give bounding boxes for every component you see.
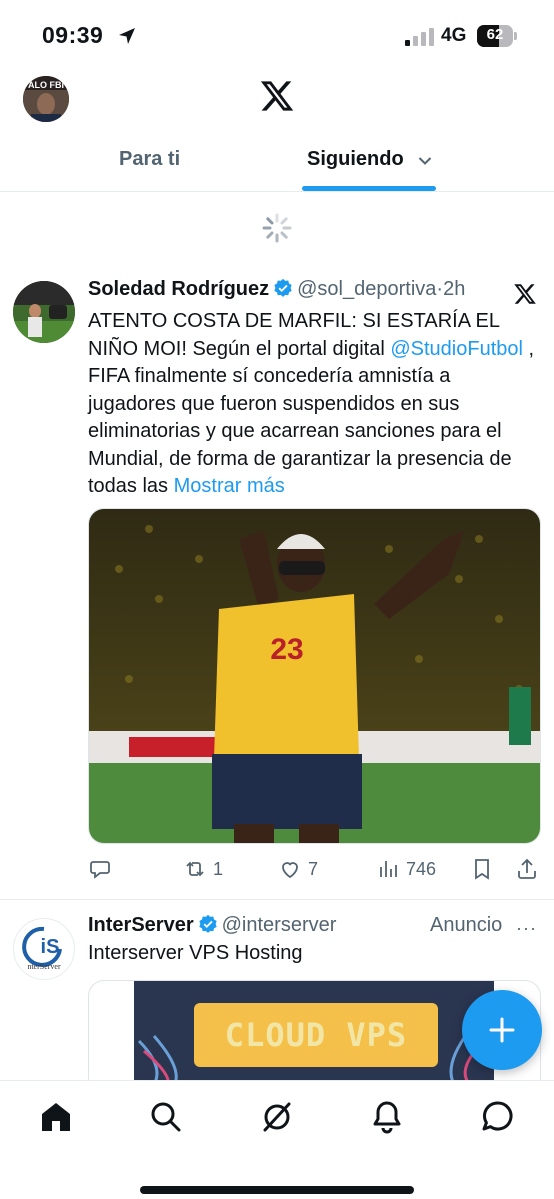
signal-icon [405,28,434,46]
ad-text: Interserver VPS Hosting [88,942,303,964]
ad-label: Anuncio [430,914,503,936]
reply-icon [90,861,110,879]
share-button[interactable] [515,855,539,883]
tweet[interactable]: Soledad Rodríguez @sol_deportiva·2h ATENT… [0,270,554,900]
bookmark-button[interactable] [470,855,494,883]
bookmark-icon [475,859,489,880]
messages-icon[interactable] [480,1099,516,1135]
ad-author-handle[interactable]: @interserver [222,914,337,936]
timeline-tabs: Para ti Siguiendo [0,128,554,192]
retweet-count: 1 [213,858,224,879]
reply-button[interactable] [88,855,112,883]
notifications-icon[interactable] [369,1099,405,1135]
grok-icon[interactable] [259,1099,295,1135]
tweet-header: Soledad Rodríguez @sol_deportiva·2h [88,278,508,301]
jersey-number: 23 [270,633,303,666]
heart-icon [282,862,298,879]
ad-author-avatar[interactable]: iS nterServer [13,918,75,980]
home-indicator [140,1186,414,1194]
views-chart-icon [380,861,397,877]
battery-icon: 62 [477,25,517,47]
show-more-link[interactable]: Mostrar más [174,475,285,497]
x-logo-icon[interactable] [259,78,295,114]
verified-badge-icon [198,914,217,933]
tab-for-you[interactable]: Para ti [119,148,180,171]
tweet-actions: 1 7 746 [88,855,540,885]
tab-following[interactable]: Siguiendo [307,148,404,171]
loading-spinner-icon [262,213,292,243]
location-arrow-icon [119,28,135,44]
tweet-author-handle[interactable]: @sol_deportiva [297,278,436,300]
view-count: 746 [406,858,437,879]
views-button[interactable]: 746 [376,855,436,883]
tweet-text-part-2: , FIFA finalmente sí concedería amnistía… [88,337,535,498]
active-tab-indicator [302,186,436,191]
retweet-icon [186,861,204,877]
x-logo-icon [514,284,536,304]
cloud-vps-banner: CLOUD VPS [194,1003,438,1067]
svg-text:iS: iS [41,936,60,958]
more-options-icon[interactable]: ··· [516,918,537,939]
network-type: 4G [441,25,467,46]
ad-author-name[interactable]: InterServer [88,914,194,936]
compose-post-button[interactable] [462,990,542,1070]
ad-header: InterServer @interserver [88,914,336,937]
status-bar: 09:39 4G 62 [0,0,554,70]
profile-avatar[interactable]: ALO FBI [23,76,69,122]
search-icon[interactable] [148,1099,184,1135]
verified-badge-icon [274,278,292,297]
tweet-text: ATENTO COSTA DE MARFIL: SI ESTARÍA EL NI… [88,308,538,501]
like-button[interactable]: 7 [278,855,318,883]
retweet-button[interactable]: 1 [183,855,223,883]
ad-logo-text: nterServer [27,962,61,971]
avatar-caption: ALO FBI [28,80,64,90]
bottom-navigation [0,1080,554,1199]
tweet-image[interactable]: 23 [88,508,541,844]
tweet-time[interactable]: 2h [443,278,465,300]
status-time: 09:39 [42,22,104,48]
like-count: 7 [308,858,319,879]
chevron-down-icon[interactable] [418,156,432,166]
share-icon [518,858,536,879]
tweet-author-avatar[interactable] [13,281,75,343]
plus-icon [489,1017,515,1043]
battery-level: 62 [486,26,504,43]
tweet-author-name[interactable]: Soledad Rodríguez [88,278,269,300]
tweet-mention-link[interactable]: @StudioFutbol [390,338,523,360]
top-header: ALO FBI [0,70,554,128]
home-icon[interactable] [38,1099,74,1135]
